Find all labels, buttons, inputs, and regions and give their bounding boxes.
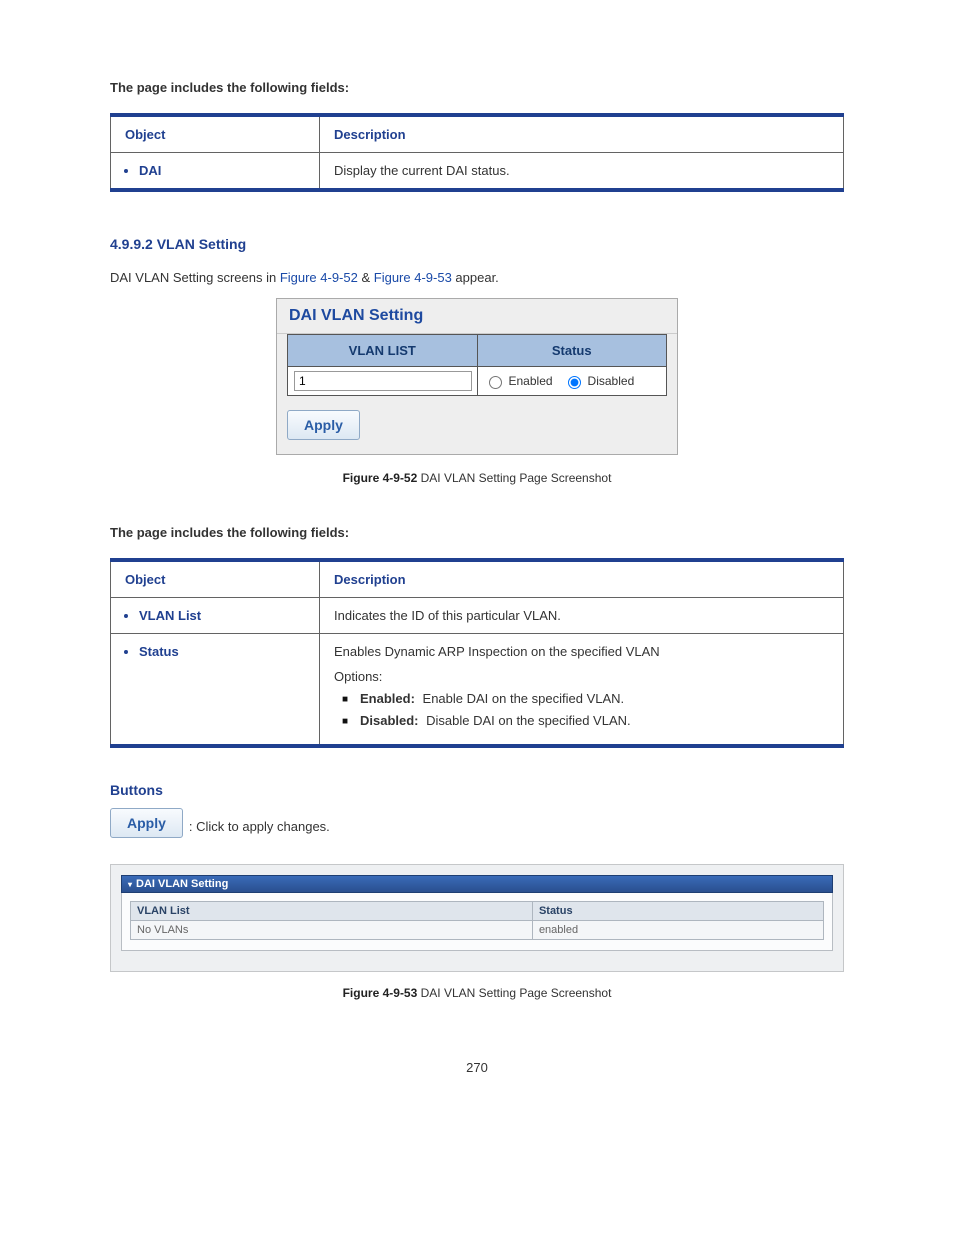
status-table: VLAN List Status No VLANs enabled: [130, 901, 824, 940]
intro-text-1: The page includes the following fields:: [110, 80, 844, 95]
obj-cell-status: Status: [111, 634, 320, 747]
obj-status: Status: [139, 644, 305, 659]
intro-text-2: The page includes the following fields:: [110, 525, 844, 540]
caption1-num: Figure 4-9-52: [343, 471, 421, 485]
caption2-num: Figure 4-9-53: [343, 986, 421, 1000]
collapse-icon[interactable]: ▾: [128, 880, 132, 889]
status-col-vlan: VLAN List: [131, 902, 533, 921]
opt-enabled-name: Enabled:: [360, 691, 415, 706]
th-description-2: Description: [320, 560, 844, 598]
status-val-status: enabled: [532, 921, 823, 940]
dai-vlan-status-frame: ▾ DAI VLAN Setting VLAN List Status No V…: [110, 864, 844, 972]
vlan-input-cell: [288, 367, 478, 396]
opt-disabled-name: Disabled:: [360, 713, 419, 728]
col-header-status: Status: [477, 335, 667, 367]
subsection-heading: 4.9.9.2 VLAN Setting: [110, 236, 844, 252]
fields-table-2: Object Description VLAN List Indicates t…: [110, 558, 844, 748]
status-body: VLAN List Status No VLANs enabled: [121, 893, 833, 951]
status-val-vlan: No VLANs: [131, 921, 533, 940]
apply-button[interactable]: Apply: [287, 410, 360, 440]
vlan-list-input[interactable]: [294, 371, 472, 391]
sent-mid: &: [358, 270, 374, 285]
radio-disabled[interactable]: [568, 376, 581, 389]
status-header-text: DAI VLAN Setting: [136, 878, 228, 890]
opt-disabled: Disabled: Disable DAI on the specified V…: [360, 712, 829, 730]
figure-reference-sentence: DAI VLAN Setting screens in Figure 4-9-5…: [110, 268, 844, 288]
opt-enabled: Enabled: Enable DAI on the specified VLA…: [360, 690, 829, 708]
vlan-setting-table: VLAN LIST Status Enabled Disabled: [287, 334, 667, 396]
label-disabled: Disabled: [588, 374, 635, 388]
status-radio-cell: Enabled Disabled: [477, 367, 667, 396]
status-col-status: Status: [532, 902, 823, 921]
label-enabled: Enabled: [509, 374, 553, 388]
figure-caption-1: Figure 4-9-52 DAI VLAN Setting Page Scre…: [110, 471, 844, 485]
desc-cell-status: Enables Dynamic ARP Inspection on the sp…: [320, 634, 844, 747]
col-header-vlan-list: VLAN LIST: [288, 335, 478, 367]
panel-title: DAI VLAN Setting: [277, 299, 677, 334]
status-line1: Enables Dynamic ARP Inspection on the sp…: [334, 644, 829, 659]
obj-vlanlist: VLAN List: [139, 608, 305, 623]
sent-post: appear.: [452, 270, 499, 285]
opt-enabled-desc: Enable DAI on the specified VLAN.: [419, 691, 624, 706]
caption2-text: DAI VLAN Setting Page Screenshot: [421, 986, 612, 1000]
obj-cell-dai: DAI: [111, 153, 320, 191]
figure-caption-2: Figure 4-9-53 DAI VLAN Setting Page Scre…: [110, 986, 844, 1000]
desc-cell-vlanlist: Indicates the ID of this particular VLAN…: [320, 598, 844, 634]
status-options-list: Enabled: Enable DAI on the specified VLA…: [334, 690, 829, 730]
dai-vlan-setting-panel: DAI VLAN Setting VLAN LIST Status Enable…: [276, 298, 678, 455]
opt-disabled-desc: Disable DAI on the specified VLAN.: [423, 713, 631, 728]
sent-pre: DAI VLAN Setting screens in: [110, 270, 280, 285]
page-number: 270: [110, 1060, 844, 1075]
obj-cell-vlanlist: VLAN List: [111, 598, 320, 634]
apply-button-inline[interactable]: Apply: [110, 808, 183, 838]
th-object-2: Object: [111, 560, 320, 598]
status-header[interactable]: ▾ DAI VLAN Setting: [121, 875, 833, 893]
th-description: Description: [320, 115, 844, 153]
figure-link-52[interactable]: Figure 4-9-52: [280, 270, 358, 285]
figure-link-53[interactable]: Figure 4-9-53: [374, 270, 452, 285]
fields-table-1: Object Description DAI Display the curre…: [110, 113, 844, 192]
status-options-label: Options:: [334, 669, 829, 684]
caption1-text: DAI VLAN Setting Page Screenshot: [421, 471, 612, 485]
desc-cell-dai: Display the current DAI status.: [320, 153, 844, 191]
th-object: Object: [111, 115, 320, 153]
radio-enabled[interactable]: [489, 376, 502, 389]
apply-description: : Click to apply changes.: [189, 819, 330, 838]
buttons-heading: Buttons: [110, 782, 844, 798]
obj-dai: DAI: [139, 163, 305, 178]
